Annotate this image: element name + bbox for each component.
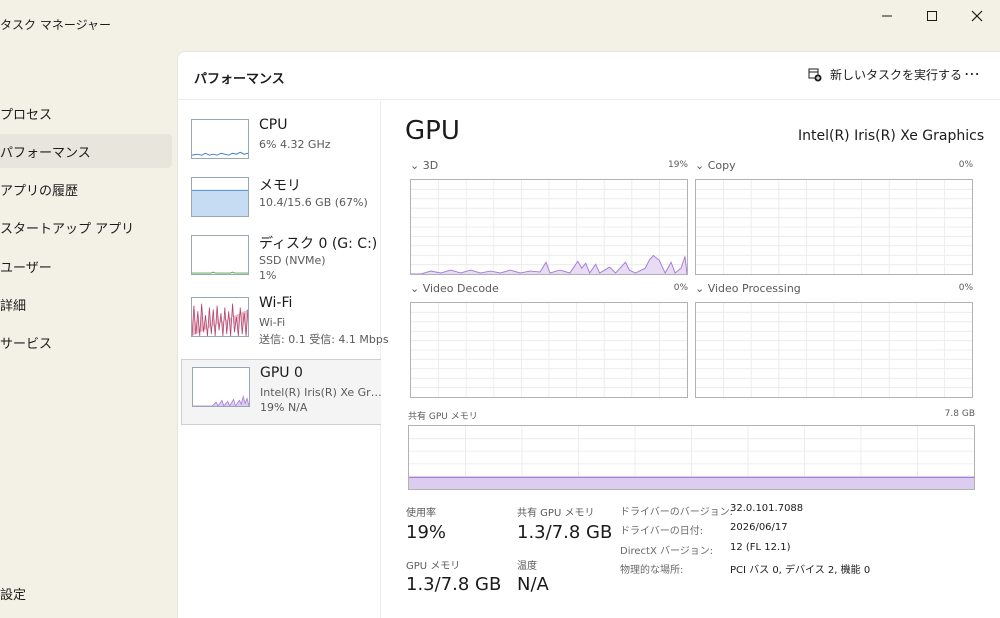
nav-processes[interactable]: プロセス <box>0 96 172 130</box>
driver-version-value: 32.0.101.7088 <box>730 503 804 514</box>
graph-shared-memory <box>408 425 975 490</box>
engine-label: Video Decode <box>422 282 499 295</box>
device-name: Wi-Fi <box>259 295 293 311</box>
graph-video-decode <box>410 302 688 398</box>
chevron-down-icon: ⌄ <box>410 282 420 295</box>
device-name: メモリ <box>259 178 301 194</box>
engine-percent: 0% <box>958 283 973 293</box>
more-options-button[interactable]: ⋯ <box>964 64 981 83</box>
engine-selector-copy[interactable]: ⌄ Copy <box>695 159 736 172</box>
device-throughput: 送信: 0.1 受信: 4.1 Mbps <box>259 333 389 346</box>
engine-percent: 0% <box>958 160 973 170</box>
device-disk[interactable]: ディスク 0 (G: C:) SSD (NVMe) 1% <box>181 228 381 294</box>
nav-settings[interactable]: 設定 <box>0 584 26 603</box>
app-title: タスク マネージャー <box>0 18 111 32</box>
engine-selector-video-decode[interactable]: ⌄ Video Decode <box>410 282 499 295</box>
engine-percent: 0% <box>673 283 688 293</box>
cpu-thumbnail <box>191 119 249 159</box>
performance-panel: パフォーマンス 新しいタスクを実行する ⋯ CPU 6% 4.32 GHz メモ… <box>177 51 1000 618</box>
shared-memory-stat-value: 1.3/7.8 GB <box>517 522 613 543</box>
driver-version-label: ドライバーのバージョン: <box>620 507 733 518</box>
device-name: CPU <box>259 117 288 133</box>
gpu-thumbnail <box>192 367 250 407</box>
title-bar: タスク マネージャー <box>0 0 1000 50</box>
device-gpu[interactable]: GPU 0 Intel(R) Iris(R) Xe Graphics 19% N… <box>181 359 382 425</box>
device-usage: 19% N/A <box>260 401 308 414</box>
nav-startup-apps[interactable]: スタートアップ アプリ <box>0 210 172 244</box>
driver-date-value: 2026/06/17 <box>730 522 788 533</box>
device-detail: 6% 4.32 GHz <box>259 138 331 151</box>
device-detail: SSD (NVMe) <box>259 254 326 267</box>
device-cpu[interactable]: CPU 6% 4.32 GHz <box>181 112 381 178</box>
chevron-down-icon: ⌄ <box>695 159 705 172</box>
directx-version-label: DirectX バージョン: <box>620 546 714 557</box>
maximize-icon <box>927 11 937 21</box>
temperature-value: N/A <box>517 574 549 595</box>
directx-version-value: 12 (FL 12.1) <box>730 542 791 553</box>
engine-label: 3D <box>422 159 439 172</box>
chevron-down-icon: ⌄ <box>695 282 705 295</box>
gpu-memory-value: 1.3/7.8 GB <box>406 574 502 595</box>
minimize-icon <box>882 15 892 17</box>
shared-memory-max: 7.8 GB <box>944 409 975 419</box>
gpu-title: GPU <box>405 116 460 146</box>
engine-label: Copy <box>707 159 736 172</box>
temperature-label: 温度 <box>517 561 537 572</box>
run-new-task-button[interactable]: 新しいタスクを実行する <box>808 66 962 83</box>
graph-video-processing <box>695 302 973 398</box>
device-list: CPU 6% 4.32 GHz メモリ 10.4/15.6 GB (67%) デ… <box>178 101 389 618</box>
nav-app-history[interactable]: アプリの履歴 <box>0 172 172 206</box>
driver-date-label: ドライバーの日付: <box>620 526 704 537</box>
maximize-button[interactable] <box>909 4 955 28</box>
nav-services[interactable]: サービス <box>0 325 172 359</box>
usage-label: 使用率 <box>406 508 436 519</box>
page-title: パフォーマンス <box>194 72 285 87</box>
chevron-down-icon: ⌄ <box>410 159 420 172</box>
minimize-button[interactable] <box>864 4 910 28</box>
physical-location-value: PCI バス 0, デバイス 2, 機能 0 <box>730 565 871 576</box>
nav-performance[interactable]: パフォーマンス <box>0 134 172 168</box>
close-button[interactable] <box>954 4 1000 28</box>
run-new-task-label: 新しいタスクを実行する <box>830 68 963 82</box>
shared-memory-label: 共有 GPU メモリ <box>408 412 478 422</box>
physical-location-label: 物理的な場所: <box>620 565 684 576</box>
device-memory[interactable]: メモリ 10.4/15.6 GB (67%) <box>181 170 381 236</box>
nav-details[interactable]: 詳細 <box>0 287 172 321</box>
graph-copy <box>695 179 973 275</box>
device-wifi[interactable]: Wi-Fi Wi-Fi 送信: 0.1 受信: 4.1 Mbps <box>181 290 389 356</box>
device-name: GPU 0 <box>260 365 303 381</box>
nav-users[interactable]: ユーザー <box>0 249 172 283</box>
device-detail: Intel(R) Iris(R) Xe Graphics <box>260 386 382 399</box>
usage-value: 19% <box>406 522 447 543</box>
device-detail: Wi-Fi <box>259 316 286 329</box>
shared-memory-stat-label: 共有 GPU メモリ <box>517 508 595 519</box>
memory-thumbnail <box>191 177 249 217</box>
engine-percent: 19% <box>667 160 688 170</box>
wifi-thumbnail <box>191 297 249 337</box>
gpu-memory-label: GPU メモリ <box>406 561 461 572</box>
engine-selector-video-processing[interactable]: ⌄ Video Processing <box>695 282 801 295</box>
engine-selector-3d[interactable]: ⌄ 3D <box>410 159 438 172</box>
close-icon <box>971 10 983 22</box>
graph-3d <box>410 179 688 275</box>
device-detail: 10.4/15.6 GB (67%) <box>259 196 368 209</box>
gpu-model: Intel(R) Iris(R) Xe Graphics <box>798 128 985 144</box>
new-task-icon <box>808 68 822 81</box>
device-name: ディスク 0 (G: C:) <box>259 236 378 252</box>
disk-thumbnail <box>191 235 249 275</box>
device-usage: 1% <box>259 269 277 282</box>
more-icon: ⋯ <box>964 64 981 83</box>
panel-header: パフォーマンス 新しいタスクを実行する ⋯ <box>178 52 1000 100</box>
engine-label: Video Processing <box>707 282 801 295</box>
